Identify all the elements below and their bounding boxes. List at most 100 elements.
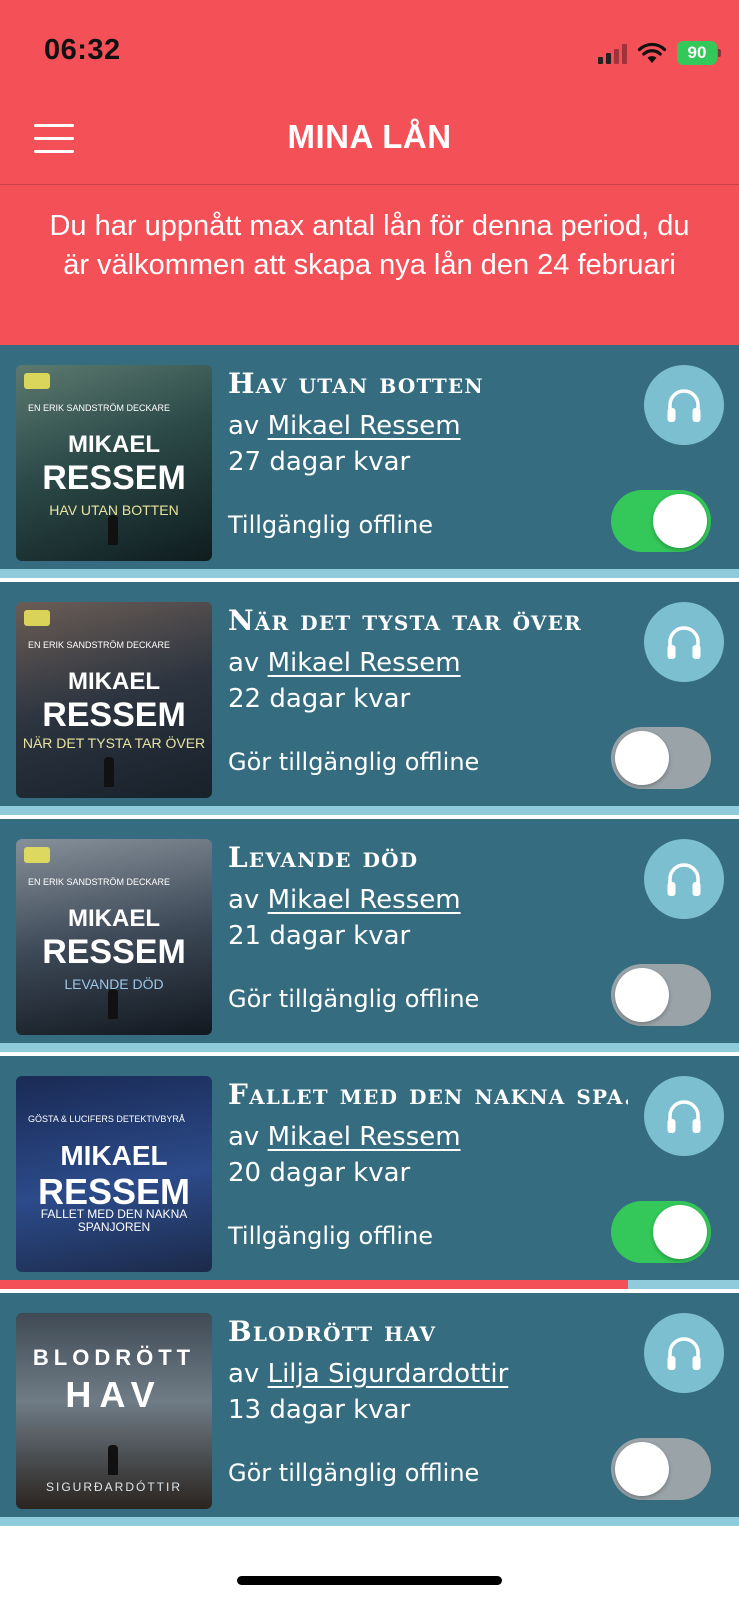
battery-level: 90	[687, 43, 707, 62]
book-title[interactable]: Hav utan botten	[228, 367, 628, 400]
cover-author-first: MIKAEL	[68, 431, 160, 458]
cover-author-first: MIKAEL	[68, 905, 160, 932]
book-title[interactable]: Fallet med den nakna spa...	[228, 1078, 628, 1111]
offline-toggle[interactable]	[611, 727, 711, 789]
book-title[interactable]: Levande död	[228, 841, 628, 874]
cover-author-last: RESSEM	[42, 933, 186, 971]
headphones-icon	[667, 1337, 701, 1370]
cover-subtitle: SIGURÐARDÓTTIR	[46, 1480, 182, 1494]
ambulance-graphic	[24, 373, 50, 389]
cover-author-last: RESSEM	[42, 459, 186, 497]
offline-label: Gör tillgänglig offline	[228, 748, 480, 776]
progress-bar	[0, 1280, 739, 1289]
signal-icon	[598, 42, 627, 64]
status-icons: 90	[598, 38, 721, 68]
offline-label: Tillgänglig offline	[228, 1222, 434, 1250]
headphones-icon	[667, 389, 701, 422]
cover-figure	[108, 1445, 118, 1475]
home-indicator[interactable]	[237, 1576, 502, 1585]
loan-item[interactable]: Gösta & Lucifers Detektivbyrå MIKAEL RES…	[0, 1056, 739, 1293]
book-author-line: av Mikael Ressem	[228, 885, 461, 915]
cover-author-first: MIKAEL	[68, 668, 160, 695]
by-prefix: av	[228, 885, 260, 915]
cover-series: Gösta & Lucifers Detektivbyrå	[28, 1114, 185, 1124]
days-left: 21 dagar kvar	[228, 921, 411, 951]
loan-item[interactable]: En Erik Sandström Deckare MIKAEL RESSEM …	[0, 345, 739, 582]
book-author-line: av Mikael Ressem	[228, 648, 461, 678]
loan-item[interactable]: En Erik Sandström Deckare MIKAEL RESSEM …	[0, 819, 739, 1056]
author-link[interactable]: Mikael Ressem	[268, 411, 461, 441]
book-author-line: av Mikael Ressem	[228, 1122, 461, 1152]
offline-toggle[interactable]	[611, 964, 711, 1026]
toggle-knob	[653, 494, 707, 548]
progress-bar	[0, 1517, 739, 1526]
offline-label: Gör tillgänglig offline	[228, 985, 480, 1013]
headphones-icon	[667, 863, 701, 896]
listen-button[interactable]	[644, 1076, 724, 1156]
wifi-icon	[637, 42, 667, 63]
by-prefix: av	[228, 1122, 260, 1152]
offline-toggle[interactable]	[611, 1438, 711, 1500]
book-cover[interactable]: BLODRÖTT HAV SIGURÐARDÓTTIR	[16, 1313, 212, 1509]
days-left: 27 dagar kvar	[228, 447, 411, 477]
days-left: 13 dagar kvar	[228, 1395, 411, 1425]
book-title[interactable]: När det tysta tar över	[228, 604, 628, 637]
cover-author-first: BLODRÖTT	[32, 1345, 196, 1370]
progress-fill	[0, 1280, 629, 1289]
book-cover[interactable]: Gösta & Lucifers Detektivbyrå MIKAEL RES…	[16, 1076, 212, 1272]
book-author-line: av Lilja Sigurdardottir	[228, 1359, 508, 1389]
by-prefix: av	[228, 411, 260, 441]
cover-figure	[104, 757, 114, 787]
progress-bar	[0, 569, 739, 578]
loan-item[interactable]: BLODRÖTT HAV SIGURÐARDÓTTIR Blodrött hav…	[0, 1293, 739, 1530]
book-cover[interactable]: En Erik Sandström Deckare MIKAEL RESSEM …	[16, 602, 212, 798]
book-cover[interactable]: En Erik Sandström Deckare MIKAEL RESSEM …	[16, 365, 212, 561]
cover-figure	[108, 515, 118, 545]
ambulance-graphic	[24, 847, 50, 863]
book-author-line: av Mikael Ressem	[228, 411, 461, 441]
days-left: 22 dagar kvar	[228, 684, 411, 714]
offline-label: Tillgänglig offline	[228, 511, 434, 539]
progress-bar	[0, 806, 739, 815]
by-prefix: av	[228, 1359, 260, 1389]
loan-item[interactable]: En Erik Sandström Deckare MIKAEL RESSEM …	[0, 582, 739, 819]
loan-limit-notice: Du har uppnått max antal lån för denna p…	[0, 185, 739, 345]
cover-author-last: RESSEM	[37, 1171, 191, 1212]
page-title: MINA LÅN	[287, 118, 452, 155]
offline-toggle[interactable]	[611, 1201, 711, 1263]
listen-button[interactable]	[644, 839, 724, 919]
cover-series: En Erik Sandström Deckare	[28, 640, 171, 650]
listen-button[interactable]	[644, 365, 724, 445]
cover-series: En Erik Sandström Deckare	[28, 403, 171, 413]
toggle-knob	[615, 1442, 669, 1496]
author-link[interactable]: Lilja Sigurdardottir	[268, 1359, 509, 1389]
author-link[interactable]: Mikael Ressem	[268, 885, 461, 915]
headphones-icon	[667, 626, 701, 659]
offline-label: Gör tillgänglig offline	[228, 1459, 480, 1487]
cover-subtitle: NÄR DET TYSTA TAR ÖVER	[22, 735, 206, 751]
book-title[interactable]: Blodrött hav	[228, 1315, 628, 1348]
days-left: 20 dagar kvar	[228, 1158, 411, 1188]
cover-series: En Erik Sandström Deckare	[28, 877, 171, 887]
toggle-knob	[615, 968, 669, 1022]
author-link[interactable]: Mikael Ressem	[268, 1122, 461, 1152]
cover-author-last: HAV	[65, 1374, 163, 1415]
by-prefix: av	[228, 648, 260, 678]
listen-button[interactable]	[644, 602, 724, 682]
book-cover[interactable]: En Erik Sandström Deckare MIKAEL RESSEM …	[16, 839, 212, 1035]
app-header: 06:32 90 MINA LÅN	[0, 0, 739, 185]
cover-figure	[108, 989, 118, 1019]
progress-bar	[0, 1043, 739, 1052]
toggle-knob	[615, 731, 669, 785]
listen-button[interactable]	[644, 1313, 724, 1393]
battery-icon: 90	[677, 41, 721, 65]
toggle-knob	[653, 1205, 707, 1259]
cover-subtitle: FALLET MED DEN NAKNA SPANJOREN	[40, 1207, 188, 1235]
author-link[interactable]: Mikael Ressem	[268, 648, 461, 678]
bottom-area	[0, 1530, 739, 1600]
cover-author-first: MIKAEL	[60, 1140, 168, 1171]
status-time: 06:32	[44, 34, 121, 66]
cover-author-last: RESSEM	[42, 696, 186, 734]
offline-toggle[interactable]	[611, 490, 711, 552]
loan-list: En Erik Sandström Deckare MIKAEL RESSEM …	[0, 345, 739, 1530]
